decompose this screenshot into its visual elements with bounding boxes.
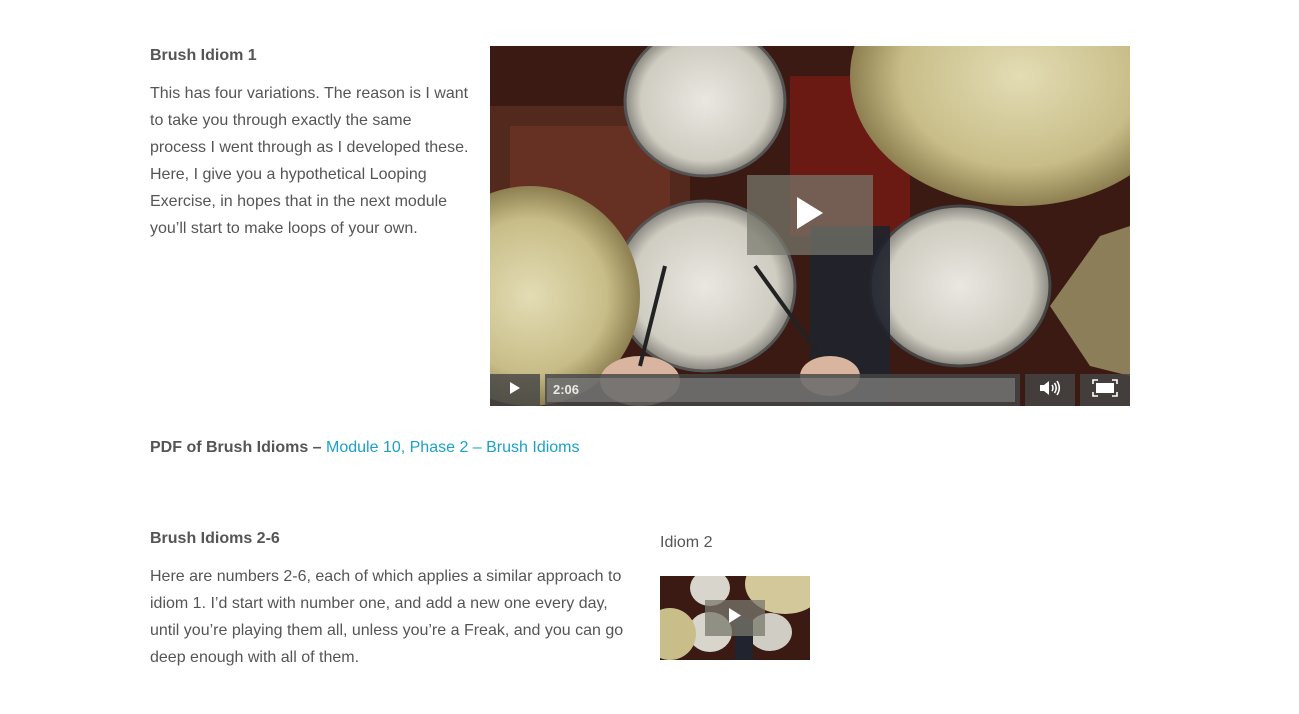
play-button[interactable]	[490, 374, 540, 406]
play-icon	[795, 195, 825, 236]
play-icon	[509, 381, 521, 400]
section-description-idiom-1: This has four variations. The reason is …	[150, 85, 469, 237]
pdf-label: PDF of Brush Idioms –	[150, 439, 327, 456]
progress-bar[interactable]: 2:06	[545, 374, 1020, 406]
play-icon	[728, 607, 742, 629]
video-duration: 2:06	[553, 382, 580, 397]
video-controls: 2:06	[490, 374, 1130, 406]
volume-icon	[1039, 379, 1061, 402]
pdf-link[interactable]: Module 10, Phase 2 – Brush Idioms	[326, 439, 579, 456]
section-title-idioms-2-6: Brush Idioms 2-6	[150, 530, 280, 547]
idiom-2-caption: Idiom 2	[660, 534, 713, 551]
progress-track	[547, 378, 1015, 402]
section-title-idiom-1: Brush Idiom 1	[150, 47, 257, 64]
small-play-button[interactable]	[705, 600, 765, 636]
fullscreen-button[interactable]	[1080, 374, 1130, 406]
big-play-button[interactable]	[747, 175, 873, 255]
pdf-line: PDF of Brush Idioms – Module 10, Phase 2…	[150, 439, 580, 457]
video-player-idiom-1[interactable]: 2:06	[490, 46, 1130, 406]
fullscreen-icon	[1092, 378, 1118, 402]
section-description-idioms-2-6: Here are numbers 2-6, each of which appl…	[150, 568, 624, 666]
volume-button[interactable]	[1025, 374, 1075, 406]
video-player-idiom-2[interactable]	[660, 576, 810, 660]
